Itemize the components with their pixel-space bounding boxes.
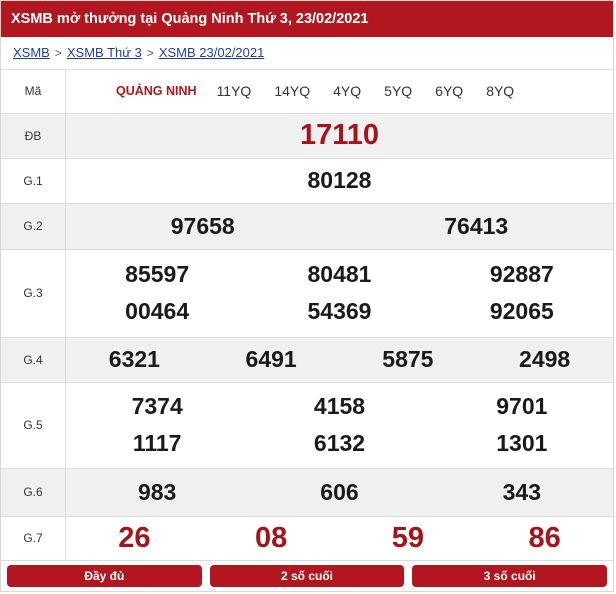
prize-label: ĐB <box>1 113 66 159</box>
prize-number: 606 <box>320 478 359 505</box>
special-prize-number: 17110 <box>299 119 380 151</box>
last-3-digits-button[interactable]: 3 số cuối <box>412 565 608 587</box>
prize-row-g7: G.7 26 08 59 86 <box>1 516 613 561</box>
prize-row-g3: G.3 85597 00464 80481 54369 92887 92065 <box>1 249 613 338</box>
code-label: Mã <box>1 70 66 114</box>
prize-number: 7374 <box>131 393 183 419</box>
prize-label: G.5 <box>1 382 66 469</box>
prize-label: G.6 <box>1 468 66 517</box>
last-2-digits-button[interactable]: 2 số cuối <box>209 565 405 587</box>
code-row: Mã QUẢNG NINH 11YQ 14YQ 4YQ 5YQ 6YQ 8YQ <box>1 70 613 114</box>
prize-row-db: ĐB 17110 <box>1 113 613 159</box>
prize-number: 00464 <box>125 298 190 324</box>
breadcrumb: XSMB > XSMB Thứ 3 > XSMB 23/02/2021 <box>1 37 613 70</box>
page-title: XSMB mở thưởng tại Quảng Ninh Thứ 3, 23/… <box>1 1 613 37</box>
draw-code: 6YQ <box>435 83 464 100</box>
prize-number: 4158 <box>313 393 366 419</box>
prize-number: 1117 <box>132 430 182 456</box>
prize-label: G.7 <box>1 516 66 561</box>
prize-row-g1: G.1 80128 <box>1 158 613 204</box>
prize-number: 6321 <box>108 346 160 372</box>
breadcrumb-separator: > <box>54 46 62 60</box>
prize-label: G.3 <box>1 249 66 338</box>
prize-number: 2498 <box>519 346 571 372</box>
prize-number: 343 <box>502 478 541 505</box>
prize-label: G.4 <box>1 337 66 383</box>
prize-number: 983 <box>137 478 177 505</box>
prize-number: 54369 <box>307 298 372 324</box>
prize-number: 59 <box>391 521 424 554</box>
draw-code: 4YQ <box>333 83 362 100</box>
prize-number: 6132 <box>313 430 366 456</box>
prize-row-g2: G.2 97658 76413 <box>1 203 613 250</box>
breadcrumb-separator: > <box>146 46 154 60</box>
prize-number: 92887 <box>489 261 554 287</box>
draw-code: 8YQ <box>486 83 515 100</box>
prize-number: 6491 <box>245 346 297 372</box>
breadcrumb-xsmb-thu3[interactable]: XSMB Thứ 3 <box>67 45 142 60</box>
prize-label: G.2 <box>1 203 66 250</box>
prize-number: 76413 <box>444 212 509 239</box>
prize-number: 1301 <box>496 430 548 456</box>
prize-number: 80481 <box>307 261 372 287</box>
prize-number: 80128 <box>307 167 372 193</box>
prize-row-g4: G.4 6321 6491 5875 2498 <box>1 337 613 383</box>
draw-code: 14YQ <box>274 83 311 100</box>
draw-code: 5YQ <box>384 83 413 100</box>
draw-code: 11YQ <box>216 83 252 100</box>
results-table: Mã QUẢNG NINH 11YQ 14YQ 4YQ 5YQ 6YQ 8YQ … <box>1 70 613 561</box>
prize-number: 26 <box>118 521 151 554</box>
display-mode-bar: Đầy đủ 2 số cuối 3 số cuối <box>7 565 608 587</box>
prize-number: 08 <box>254 521 288 554</box>
breadcrumb-date[interactable]: XSMB 23/02/2021 <box>159 45 265 60</box>
prize-number: 86 <box>528 521 561 554</box>
results-panel: XSMB mở thưởng tại Quảng Ninh Thứ 3, 23/… <box>0 0 614 592</box>
breadcrumb-xsmb[interactable]: XSMB <box>13 45 50 60</box>
full-display-button[interactable]: Đầy đủ <box>7 565 202 587</box>
province-name: QUẢNG NINH <box>116 84 197 99</box>
prize-number: 9701 <box>496 393 548 419</box>
prize-row-g5: G.5 7374 1117 4158 6132 9701 1301 <box>1 382 613 469</box>
prize-number: 85597 <box>125 261 190 287</box>
prize-number: 92065 <box>489 298 554 324</box>
prize-number: 97658 <box>170 212 235 239</box>
prize-number: 5875 <box>382 346 434 372</box>
prize-label: G.1 <box>1 158 66 204</box>
prize-row-g6: G.6 983 606 343 <box>1 468 613 517</box>
